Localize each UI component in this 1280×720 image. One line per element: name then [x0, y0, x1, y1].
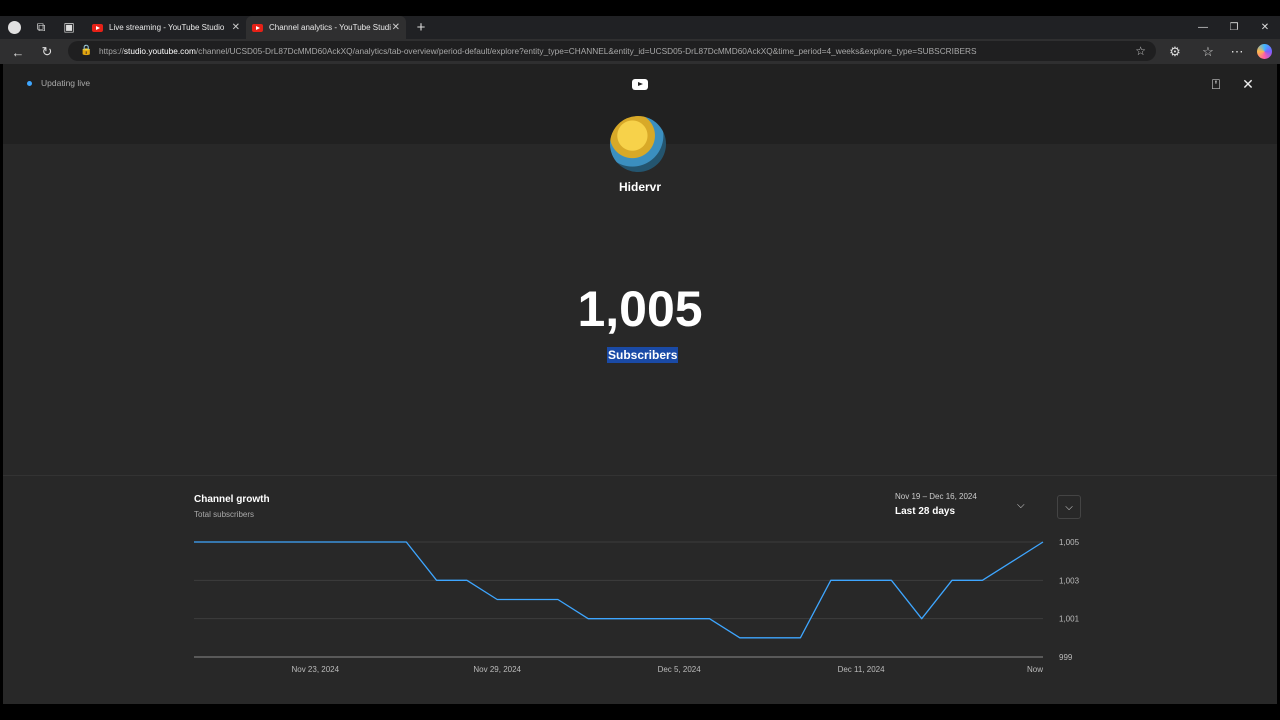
profile-icon[interactable] — [6, 19, 22, 35]
new-tab-icon[interactable]: + — [413, 19, 429, 36]
tab-live-streaming[interactable]: Live streaming - YouTube Studio ✕ — [86, 16, 246, 39]
favorites-icon[interactable]: ☆ — [1199, 43, 1217, 61]
analytics-page: Updating live ⍞ ✕ Hidervr 1,005 Subscrib… — [3, 64, 1277, 704]
minimize-icon[interactable]: — — [1188, 16, 1218, 39]
x-tick-label: Dec 11, 2024 — [838, 665, 886, 674]
tab-channel-analytics[interactable]: Channel analytics - YouTube Studi ✕ — [246, 16, 406, 39]
screen-top-border — [0, 0, 1280, 16]
copilot-icon[interactable] — [1257, 44, 1272, 59]
y-tick-label: 1,003 — [1059, 576, 1080, 585]
y-tick-label: 1,001 — [1059, 615, 1080, 624]
youtube-favicon-icon — [252, 23, 263, 32]
subscriber-growth-chart: 1,005 1,003 1,001 999 Nov 23, 2024 Nov 29, 20… — [194, 538, 1080, 674]
tab-label: Live streaming - YouTube Studio — [109, 23, 225, 32]
x-tick-label: Dec 5, 2024 — [658, 665, 702, 674]
subscriber-series-line — [194, 541, 1044, 639]
extensions-icon[interactable]: ⚙ — [1166, 43, 1184, 61]
tab-label: Channel analytics - YouTube Studi — [269, 23, 392, 32]
close-tab-icon[interactable]: ✕ — [232, 22, 240, 33]
lock-icon[interactable]: 🔒 — [80, 45, 92, 56]
screen-bottom-border — [0, 704, 1280, 720]
tab-actions-icon[interactable]: ▣ — [61, 19, 77, 35]
address-bar-row: ← ↻ 🔒 https://studio.youtube.com/channel… — [0, 39, 1280, 64]
more-menu-icon[interactable]: ⋯ — [1228, 43, 1246, 61]
url-text: https://studio.youtube.com/channel/UCSD0… — [99, 46, 977, 56]
favorite-star-icon[interactable]: ☆ — [1135, 44, 1146, 58]
address-bar[interactable]: 🔒 https://studio.youtube.com/channel/UCS… — [68, 41, 1156, 61]
reload-icon[interactable]: ↻ — [38, 43, 56, 61]
x-tick-label: Now — [1027, 665, 1043, 674]
youtube-favicon-icon — [92, 23, 103, 32]
workspaces-icon[interactable]: ⧉ — [33, 19, 49, 35]
x-tick-label: Nov 29, 2024 — [473, 665, 521, 674]
close-tab-icon[interactable]: ✕ — [392, 22, 400, 33]
y-tick-label: 999 — [1059, 653, 1073, 662]
restore-icon[interactable]: ❐ — [1219, 16, 1249, 39]
tab-strip: ⧉ ▣ Live streaming - YouTube Studio ✕ Ch… — [0, 16, 1280, 39]
x-tick-label: Nov 23, 2024 — [291, 665, 339, 674]
back-icon[interactable]: ← — [9, 43, 27, 61]
close-window-icon[interactable]: ✕ — [1250, 16, 1280, 39]
y-tick-label: 1,005 — [1059, 538, 1080, 547]
